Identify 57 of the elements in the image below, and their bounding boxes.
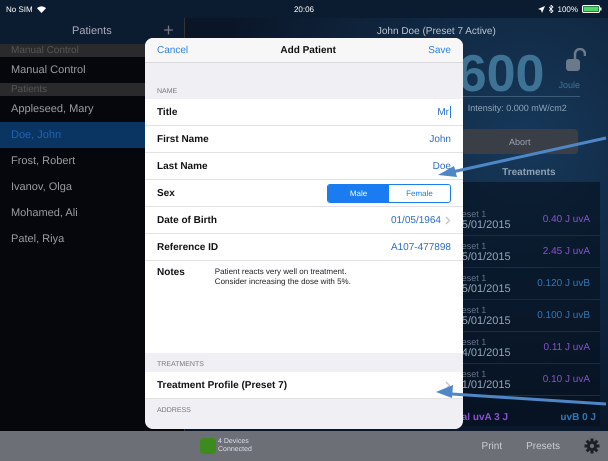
energy-value: 600 xyxy=(458,48,544,100)
dose-value: 2.45 J uvA xyxy=(542,246,590,257)
unit-label: Joule xyxy=(558,80,580,90)
add-button[interactable]: + xyxy=(163,21,174,39)
dose-value: 0.120 J uvB xyxy=(537,278,590,289)
total-label: uvB 0 J xyxy=(560,412,596,422)
dose-value: 0.40 J uvA xyxy=(542,214,590,225)
field-label: Last Name xyxy=(157,160,208,172)
field-value[interactable]: Mr xyxy=(437,106,451,118)
abort-button[interactable]: Abort xyxy=(462,129,578,154)
dose-value: 0.100 J uvB xyxy=(537,310,590,321)
clock: 20:06 xyxy=(294,4,314,14)
wifi-icon xyxy=(36,6,46,12)
padlock-icon[interactable] xyxy=(566,48,586,72)
treatments-title: Treatments xyxy=(501,167,557,178)
treatment-date: 5/01/2015 xyxy=(462,282,511,294)
field-value: 01/05/1964 xyxy=(390,214,441,226)
settings-icon[interactable] xyxy=(584,438,600,454)
battery-percent: 100% xyxy=(558,4,578,14)
disclosure-row[interactable]: Treatment Profile (Preset 7) xyxy=(145,372,463,399)
treatment-date: 5/01/2015 xyxy=(462,218,511,230)
treatment-date: 5/01/2015 xyxy=(462,314,511,326)
dose-value: 0.11 J uvA xyxy=(543,342,590,353)
text-cursor xyxy=(450,106,451,118)
form-row[interactable]: Title Mr xyxy=(145,99,463,126)
segment[interactable]: Male xyxy=(328,184,389,202)
field-value[interactable]: A107-477898 xyxy=(390,242,451,252)
device-status-icon xyxy=(200,438,216,454)
intensity-label: Intensity: 0.000 mW/cm2 xyxy=(468,103,568,113)
notes-text[interactable]: Patient reacts very well on treatment. Consider increasing the dose with 5%. xyxy=(214,267,351,287)
battery-icon xyxy=(582,5,602,13)
field-label: Date of Birth xyxy=(157,214,217,226)
field-value[interactable]: Doe xyxy=(432,160,451,172)
save-button[interactable]: Save xyxy=(428,44,451,56)
dialog-title: Add Patient xyxy=(280,44,336,56)
field-label: Title xyxy=(157,106,178,118)
disclosure-row[interactable]: Date of Birth 01/05/1964 xyxy=(145,207,463,234)
field-label: Sex xyxy=(157,188,175,198)
bluetooth-icon xyxy=(548,5,554,13)
dose-value: 0.10 J uvA xyxy=(542,374,590,385)
treatment-date: 5/01/2015 xyxy=(462,250,511,262)
treatment-date: 1/01/2015 xyxy=(462,378,511,390)
chevron-icon xyxy=(445,380,451,390)
detail-title: John Doe (Preset 7 Active) xyxy=(376,26,496,36)
field-label: Reference ID xyxy=(157,242,218,252)
notes-row[interactable]: Notes Patient reacts very well on treatment. Consider increasing the dose with 5%. xyxy=(145,261,463,353)
carrier-label: No SIM xyxy=(6,4,33,14)
form-row[interactable]: Last Name Doe xyxy=(145,153,463,180)
field-label: Notes xyxy=(157,267,185,278)
location-icon xyxy=(538,6,545,12)
treatment-date: 4/01/2015 xyxy=(462,346,511,358)
form-row[interactable]: Reference ID A107-477898 xyxy=(145,234,463,261)
chevron-icon xyxy=(445,216,451,224)
field-label: Treatment Profile (Preset 7) xyxy=(157,380,288,390)
form-row[interactable]: First Name John xyxy=(145,126,463,153)
field-value[interactable]: John xyxy=(429,134,451,144)
sidebar-title: Patients xyxy=(72,25,112,37)
